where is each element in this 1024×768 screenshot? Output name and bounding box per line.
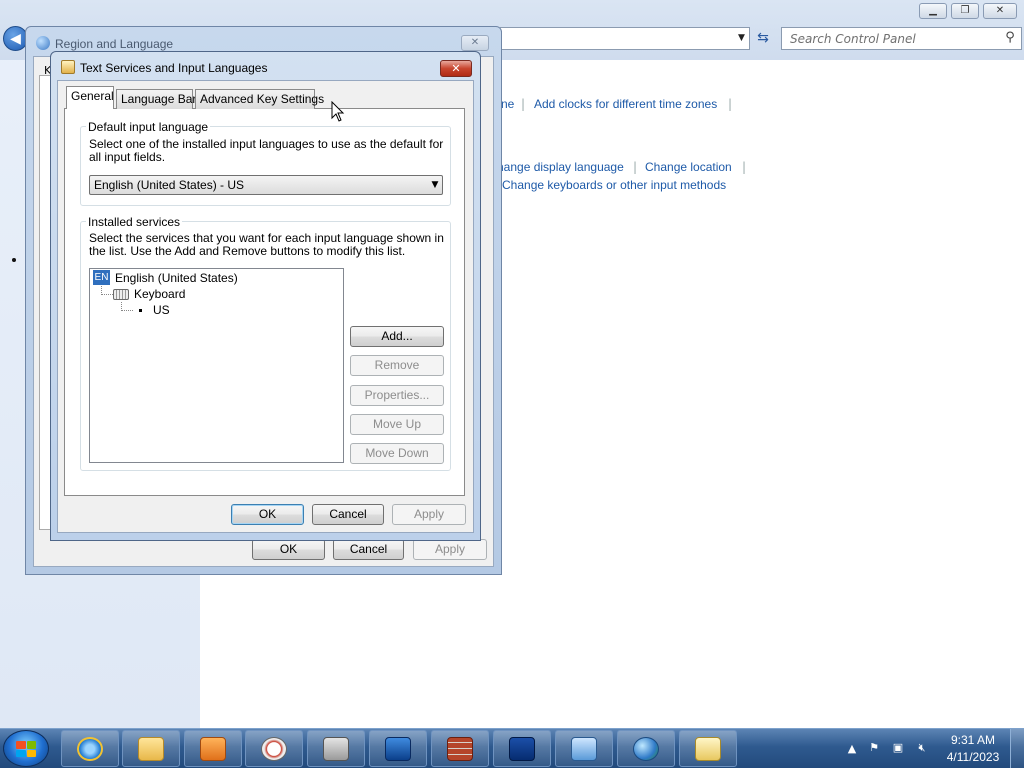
taskbar-admin-tools[interactable] <box>307 730 365 767</box>
refresh-icon[interactable]: ⇆ <box>752 27 774 50</box>
link-add-clocks[interactable]: Add clocks for different time zones <box>534 97 717 111</box>
move-up-button[interactable]: Move Up <box>350 414 444 435</box>
separator: | <box>742 160 747 174</box>
keyboard-icon <box>113 289 129 300</box>
move-down-button[interactable]: Move Down <box>350 443 444 464</box>
internet-explorer-icon <box>77 736 103 761</box>
show-desktop-button[interactable] <box>1010 729 1024 768</box>
tree-item-layout[interactable]: US <box>153 303 170 317</box>
region-apply-button[interactable]: Apply <box>413 539 487 560</box>
tab-general[interactable]: General <box>66 86 114 109</box>
powershell-icon <box>385 736 411 761</box>
region-cancel-button[interactable]: Cancel <box>333 539 404 560</box>
language-badge: EN <box>93 270 110 285</box>
compass-icon <box>261 736 287 761</box>
minimize-button[interactable]: ▁ <box>919 3 947 19</box>
link-change-keyboards[interactable]: Change keyboards or other input methods <box>502 178 726 192</box>
properties-button[interactable]: Properties... <box>350 385 444 406</box>
address-dropdown-icon[interactable]: ▼ <box>733 27 750 50</box>
region-ok-button[interactable]: OK <box>252 539 325 560</box>
windows-logo-icon <box>16 741 36 757</box>
taskbar-control-panel[interactable] <box>555 730 613 767</box>
remote-desktop-icon <box>509 736 535 761</box>
maximize-button[interactable]: ❐ <box>951 3 979 19</box>
taskbar-windows-explorer[interactable] <box>122 730 180 767</box>
tree-connector <box>101 286 113 295</box>
taskbar-powershell[interactable] <box>369 730 427 767</box>
region-window-title: Region and Language <box>55 37 174 51</box>
taskbar-firewall[interactable] <box>431 730 489 767</box>
taskbar-compass-app[interactable] <box>245 730 303 767</box>
tree-item-language[interactable]: English (United States) <box>115 271 238 285</box>
installed-services-description: Select the services that you want for ea… <box>89 231 444 258</box>
link-display-language[interactable]: hange display language <box>497 160 624 174</box>
bullet-marker <box>12 258 16 262</box>
apply-button[interactable]: Apply <box>392 504 466 525</box>
taskbar-region-globe[interactable] <box>617 730 675 767</box>
close-button[interactable]: ✕ <box>983 3 1017 19</box>
network-icon[interactable]: ▣ <box>891 741 905 755</box>
tree-connector <box>121 302 133 311</box>
tree-bullet <box>139 309 142 312</box>
taskbar-remote-desktop[interactable] <box>493 730 551 767</box>
clock-date[interactable]: 4/11/2023 <box>940 750 1006 764</box>
installed-services-label: Installed services <box>86 215 183 229</box>
default-language-label: Default input language <box>86 120 211 134</box>
tab-advanced-key-settings[interactable]: Advanced Key Settings <box>195 89 324 109</box>
link-change-location[interactable]: Change location <box>645 160 732 174</box>
ok-button[interactable]: OK <box>231 504 304 525</box>
tree-item-keyboard[interactable]: Keyboard <box>134 287 185 301</box>
taskbar-internet-explorer[interactable] <box>61 730 119 767</box>
tab-language-bar[interactable]: Language Bar <box>116 89 196 109</box>
globe-icon <box>633 736 659 761</box>
action-center-flag-icon[interactable]: ⚑ <box>867 741 881 755</box>
globe-icon <box>36 36 50 50</box>
separator: | <box>633 160 638 174</box>
search-input[interactable]: Search Control Panel <box>781 27 1022 50</box>
clock-time[interactable]: 9:31 AM <box>940 733 1006 747</box>
mouse-cursor-icon <box>331 101 345 122</box>
cancel-button[interactable]: Cancel <box>312 504 384 525</box>
add-button[interactable]: Add... <box>350 326 444 347</box>
separator: | <box>728 97 733 111</box>
window-controls: ▁ ❐ ✕ <box>919 3 1017 19</box>
chevron-down-icon[interactable]: ▼ <box>428 176 442 194</box>
taskbar-keyboard-input[interactable] <box>679 730 737 767</box>
separator: | <box>521 97 526 111</box>
taskbar-media-player[interactable] <box>184 730 242 767</box>
default-language-description: Select one of the installed input langua… <box>89 137 444 164</box>
control-panel-icon <box>571 736 597 761</box>
keyboard-input-icon <box>695 736 721 761</box>
remove-button[interactable]: Remove <box>350 355 444 376</box>
default-language-select[interactable]: English (United States) - US <box>89 175 443 195</box>
show-hidden-icons-icon[interactable]: ▲ <box>845 742 859 756</box>
link-partial-1[interactable]: ne <box>501 97 514 111</box>
address-bar[interactable] <box>500 27 750 50</box>
admin-tools-icon <box>323 736 349 761</box>
search-icon[interactable]: ⚲ <box>1002 30 1018 46</box>
folder-icon <box>138 736 164 761</box>
dialog-close-button[interactable]: ✕ <box>440 60 472 77</box>
region-close-button[interactable]: ✕ <box>461 35 489 51</box>
keyboard-settings-icon <box>61 60 75 74</box>
volume-muted-icon[interactable]: 🔇︎ <box>915 741 929 755</box>
dialog-title: Text Services and Input Languages <box>80 61 268 75</box>
media-player-icon <box>200 736 226 761</box>
firewall-icon <box>447 736 473 761</box>
